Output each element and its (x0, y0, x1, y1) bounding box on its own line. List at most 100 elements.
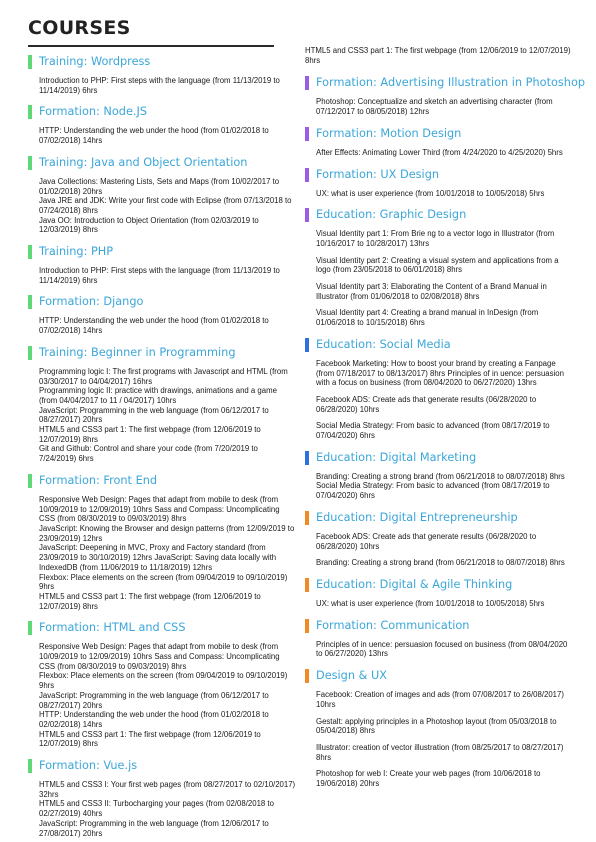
course-entry: Visual Identity part 4: Creating a brand… (316, 308, 539, 328)
section-training-java-and-object-orientation: Training: Java and Object Orientation Jav… (28, 155, 296, 235)
course-entry: Facebook ADS: Create ads that generate r… (316, 394, 537, 414)
section-formation-html-and-css: Formation: HTML and CSS Responsive Web De… (28, 620, 296, 749)
section-title: Formation: Communication (316, 618, 470, 632)
right-column: HTML5 and CSS3 part 1: The first webpage… (305, 46, 586, 789)
section-title: Formation: Django (39, 295, 144, 309)
course-entry: JavaScript: Programming in the web langu… (39, 405, 269, 425)
course-entry: Facebook Marketing: How to boost your br… (316, 358, 564, 388)
section-marker (305, 450, 309, 465)
section-marker (28, 55, 32, 69)
section-marker (305, 126, 309, 141)
section-formation-node-js: Formation: Node.JS HTTP: Understanding th… (28, 104, 296, 145)
section-formation-vue-js: Formation: Vue.js HTML5 and CSS3 I: Your … (28, 758, 296, 838)
section-marker (305, 76, 309, 91)
section-education-graphic-design: Education: Graphic Design Visual Identity… (305, 207, 573, 328)
section-training-wordpress: Training: Wordpress Introduction to PHP: … (28, 54, 296, 95)
section-marker (305, 510, 309, 525)
course-entry: Principles of in uence: persuasion focus… (316, 639, 568, 659)
course-entry: Social Media Strategy: From basic to adv… (316, 421, 550, 441)
course-entry: Flexbox: Place elements on the screen (f… (39, 671, 288, 691)
section-title: Education: Digital Entrepreneurship (316, 510, 518, 524)
course-entry: Git and Github: Control and share your c… (39, 444, 258, 464)
course-entry: Responsive Web Design: Pages that adapt … (39, 494, 280, 524)
section-title: Formation: Vue.js (39, 759, 138, 773)
left-column: Training: Wordpress Introduction to PHP: … (28, 54, 296, 838)
section-education-digital-agile-thinking: Education: Digital & Agile Thinking UX: w… (305, 577, 573, 609)
section-marker (28, 295, 32, 310)
course-entry: Branding: Creating a strong brand (from … (316, 471, 565, 481)
section-formation-advertising-illustration-in-photoshop: Formation: Advertising Illustration in P… (305, 75, 586, 117)
course-entry: HTML5 and CSS3 part 1: The first webpage… (39, 425, 261, 444)
section-marker (305, 208, 309, 223)
section-training-beginner-in-programming: Training: Beginner in Programming Program… (28, 345, 296, 464)
course-entry: Flexbox: Place elements on the screen (f… (39, 572, 288, 592)
section-title: Formation: Front End (39, 473, 158, 487)
course-entry: Visual Identity part 2: Creating a visua… (316, 255, 559, 275)
course-entry: Gestalt: applying principles in a Photos… (316, 716, 557, 736)
course-entry: UX: what is user experience (from 10/01/… (316, 598, 545, 608)
section-title: Formation: UX Design (316, 167, 440, 181)
course-entry: Social Media Strategy: From basic to adv… (316, 481, 550, 501)
section-marker (28, 759, 32, 774)
course-entry: JavaScript: Knowing the Browser and desi… (39, 523, 295, 543)
section-marker (305, 618, 309, 633)
course-entry: Visual Identity part 3: Elaborating the … (316, 282, 547, 301)
section-formation-communication: Formation: Communication Principles of in… (305, 618, 573, 659)
section-marker (305, 337, 309, 352)
section-title: Education: Digital & Agile Thinking (316, 577, 513, 591)
course-entry: JavaScript: Programming in the web langu… (39, 818, 269, 838)
course-entry: UX: what is user experience (from 10/01/… (316, 188, 545, 198)
section-title: Design & UX (316, 669, 388, 683)
section-marker (28, 245, 32, 260)
section-title: Education: Digital Marketing (316, 450, 477, 464)
course-entry: HTML5 and CSS3 part 1: The first webpage… (305, 46, 571, 65)
section-formation-motion-design: Formation: Motion Design After Effects: A… (305, 126, 573, 158)
course-entry: Visual Identity part 1: From Brie ng to … (316, 229, 555, 248)
course-entry: HTTP: Understanding the web under the ho… (39, 126, 269, 146)
section-marker (28, 345, 32, 360)
section-title: Training: Wordpress (39, 55, 151, 68)
course-entry: Facebook: Creation of images and ads (fr… (316, 690, 564, 709)
section-title: Training: PHP (39, 245, 114, 259)
title-underline (28, 45, 274, 47)
course-entry: Programming logic I: The first programs … (39, 366, 288, 386)
section-education-digital-entrepreneurship: Education: Digital Entrepreneurship Faceb… (305, 510, 573, 568)
course-entry: Java JRE and JDK: Write your first code … (39, 196, 292, 215)
course-entry: Photoshop: Conceptualize and sketch an a… (316, 97, 553, 117)
section-formation-ux-design: Formation: UX Design UX: what is user exp… (305, 167, 573, 199)
course-entry: Photoshop for web I: Create your web pag… (316, 769, 541, 789)
section-formation-front-end: Formation: Front End Responsive Web Desig… (28, 473, 296, 611)
section-education-digital-marketing: Education: Digital Marketing Branding: Cr… (305, 450, 573, 501)
course-entry: Introduction to PHP: First steps with th… (39, 76, 280, 95)
section-title: Formation: Node.JS (39, 105, 147, 119)
course-entry: Branding: Creating a strong brand (from … (316, 558, 565, 568)
section-design-ux: Design & UX Facebook: Creation of images … (305, 668, 573, 789)
section-title: Training: Beginner in Programming (39, 345, 236, 359)
course-entry: Programming logic II: practice with draw… (39, 386, 277, 405)
section-training-php: Training: PHP Introduction to PHP: First … (28, 244, 296, 285)
course-entry: HTML5 and CSS3 part 1: The first webpage… (39, 729, 261, 749)
section-title: Training: Java and Object Orientation (39, 155, 248, 169)
section-formation-django: Formation: Django HTTP: Understanding the… (28, 294, 296, 335)
section-marker (28, 621, 32, 636)
section-marker (305, 669, 309, 684)
section-title: Education: Graphic Design (316, 208, 467, 222)
course-entry: JavaScript: Deepening in MVC, Proxy and … (39, 543, 277, 572)
course-entry: HTML5 and CSS3 I: Your first web pages (… (39, 780, 296, 799)
course-entry: Java OO: Introduction to Object Orientat… (39, 215, 259, 235)
course-entry: Java Collections: Mastering Lists, Sets … (39, 176, 280, 196)
course-entry: HTML5 and CSS3 part 1: The first webpage… (39, 591, 261, 611)
section-marker (28, 473, 32, 488)
section-title: Education: Social Media (316, 337, 451, 351)
course-entry: HTTP: Understanding the web under the ho… (39, 710, 269, 729)
section-title: Formation: Advertising Illustration in P… (316, 76, 586, 90)
course-entry: Introduction to PHP: First steps with th… (39, 266, 280, 285)
section-marker (28, 105, 32, 120)
section-education-social-media: Education: Social Media Facebook Marketin… (305, 337, 573, 441)
course-entry: HTTP: Understanding the web under the ho… (39, 316, 269, 336)
section-title: Formation: Motion Design (316, 126, 462, 140)
section-marker (305, 167, 309, 182)
page-title: COURSES (28, 17, 131, 39)
course-entry: Illustrator: creation of vector illustra… (316, 742, 564, 762)
section-marker (305, 577, 309, 592)
